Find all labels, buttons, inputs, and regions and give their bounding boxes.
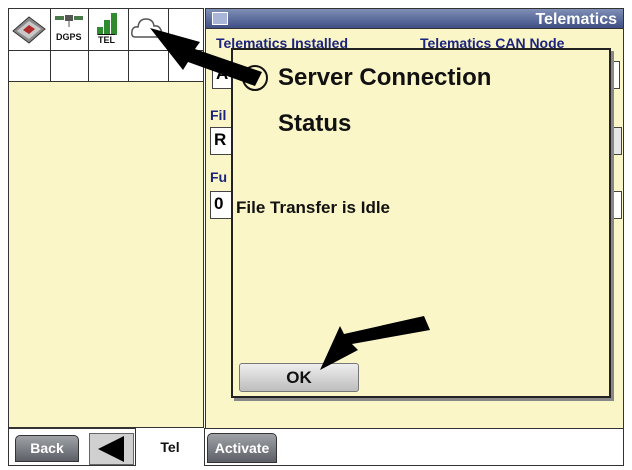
status-icon-tray: DGPS TEL [8,8,204,82]
dialog-message: File Transfer is Idle [236,198,391,217]
function-label: Fu [210,169,228,185]
activate-button[interactable]: Activate [207,433,277,463]
screen-icon [212,12,228,25]
empty-icon-cell [169,9,203,51]
info-icon: i [242,65,268,91]
page-title: Telematics [535,11,617,28]
empty-slot [51,51,89,82]
tel-label: TEL [98,35,115,45]
ok-button[interactable]: OK [239,363,359,392]
back-button[interactable]: Back [15,435,79,462]
dgps-icon-cell[interactable]: DGPS [51,9,89,51]
empty-slot [9,51,51,82]
tel-icon-cell[interactable]: TEL [89,9,129,51]
dialog-title-line1: Server Connection [278,64,492,91]
empty-slot [89,51,129,82]
empty-slot [129,51,169,82]
left-arrow-icon [98,436,124,462]
dgps-label: DGPS [56,32,82,42]
bottom-nav-bar: Back Tel Activate [8,428,624,466]
cloud-icon [131,18,163,38]
server-connection-status-dialog: i Server Connection Status File Transfer… [231,48,611,398]
tab-tel[interactable]: Tel [135,428,205,466]
previous-page-button[interactable] [89,433,134,465]
cloud-icon-cell[interactable] [129,9,169,51]
telematics-header: Telematics [205,8,624,29]
dialog-title-line2: Status [278,110,352,137]
book-icon [12,16,46,44]
book-icon-cell[interactable] [9,9,51,51]
file-label: Fil [210,107,227,123]
telematics-screen: DGPS TEL Telematics Telematics Installed [0,0,632,470]
empty-slot [169,51,203,82]
